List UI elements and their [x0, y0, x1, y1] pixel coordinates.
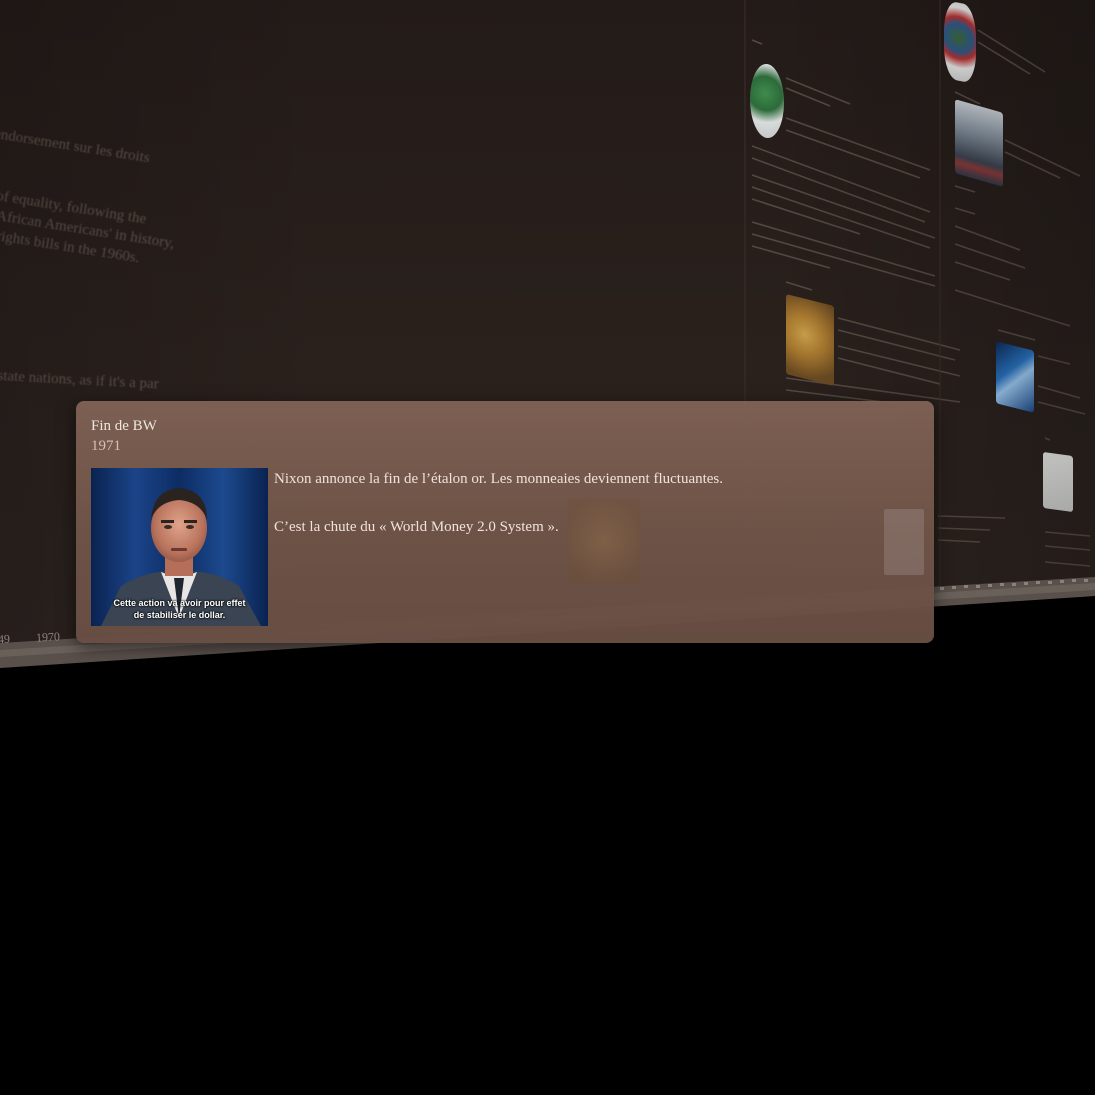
event-description: Nixon annonce la fin de l’étalon or. Les…	[274, 471, 724, 487]
gavel-photo-thumbnail[interactable]	[786, 294, 834, 386]
video-subtitle-line: de stabiliser le dollar.	[133, 610, 226, 620]
video-subtitle-line: Cette action va avoir pour effet	[113, 598, 246, 608]
ghost-thumbnail	[568, 499, 640, 583]
group-photo-thumbnail[interactable]	[955, 99, 1003, 187]
document-thumbnail[interactable]	[1043, 451, 1073, 513]
timeline-viewer: endorsement sur les droits of equality, …	[0, 0, 1095, 1095]
blue-abstract-thumbnail[interactable]	[996, 341, 1034, 413]
event-year: 1971	[91, 438, 121, 454]
ghost-thumbnail	[884, 509, 924, 575]
axis-label: 1970	[35, 629, 61, 645]
event-video[interactable]: Cette action va avoir pour effet de stab…	[91, 468, 268, 626]
flags-badge-icon[interactable]	[944, 0, 976, 85]
event-description: C’est la chute du « World Money 2.0 Syst…	[274, 519, 559, 535]
event-detail-card[interactable]: Fin de BW 1971 Cette action va avoir pou…	[76, 401, 934, 643]
event-title: Fin de BW	[91, 418, 157, 434]
axis-label: 49	[0, 631, 11, 647]
